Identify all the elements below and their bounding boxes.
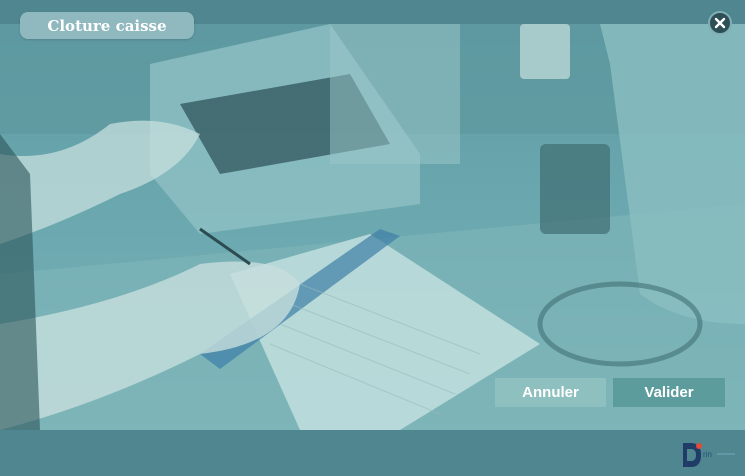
photo-illustration <box>0 24 745 430</box>
dialog-bottom-bar <box>0 430 745 476</box>
background-photo <box>0 24 745 430</box>
close-button[interactable] <box>708 11 732 35</box>
logo-text: rin <box>703 450 712 459</box>
cancel-button[interactable]: Annuler <box>495 378 606 407</box>
brand-logo: rin <box>681 441 737 469</box>
brand-logo-icon: rin <box>683 443 735 467</box>
confirm-button[interactable]: Valider <box>613 378 725 407</box>
dialog-title: Cloture caisse <box>20 12 194 39</box>
close-icon <box>714 17 726 29</box>
